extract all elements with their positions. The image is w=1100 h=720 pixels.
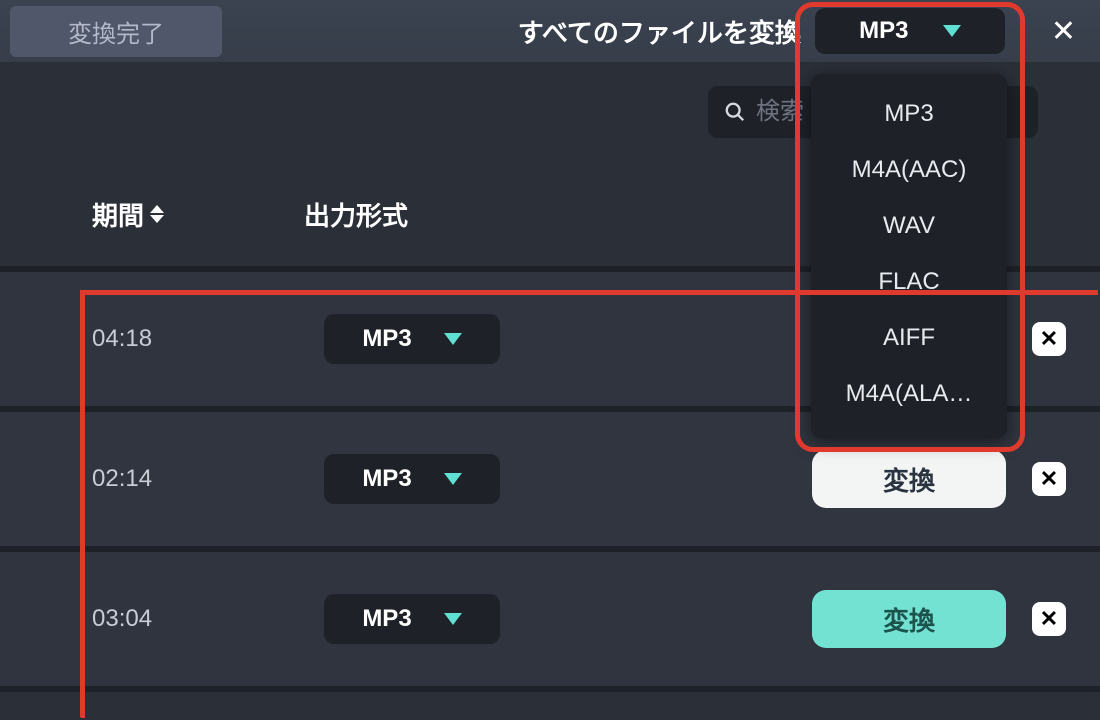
search-icon [724,101,746,123]
convert-all-label: すべてのファイルを変換 [518,13,801,50]
chevron-down-icon [943,25,961,37]
format-option[interactable]: WAV [811,198,1007,254]
row-format-value: MP3 [362,465,411,493]
column-output-format-label: 出力形式 [304,196,408,233]
row-format-select[interactable]: MP3 [324,594,500,644]
format-cell: MP3 [324,314,664,364]
format-cell: MP3 [324,454,664,504]
duration-value: 03:04 [92,605,324,633]
chevron-down-icon [444,473,462,485]
format-cell: MP3 [324,594,664,644]
format-option[interactable]: M4A(ALA… [811,366,1007,422]
delete-row-button[interactable]: ✕ [1032,462,1066,496]
table-row: 03:04 MP3 変換 ✕ [0,552,1100,692]
format-dropdown[interactable]: MP3 M4A(AAC) WAV FLAC AIFF M4A(ALA… [811,74,1007,438]
tab-conversion-complete[interactable]: 変換完了 [10,6,222,57]
sort-icon [150,205,164,223]
duration-value: 04:18 [92,325,324,353]
column-output-format: 出力形式 [304,196,408,233]
convert-button[interactable]: 変換 [812,450,1006,508]
row-format-select[interactable]: MP3 [324,314,500,364]
row-format-value: MP3 [362,325,411,353]
row-format-value: MP3 [362,605,411,633]
format-option[interactable]: AIFF [811,310,1007,366]
global-format-select[interactable]: MP3 [815,8,1005,54]
chevron-down-icon [444,333,462,345]
column-duration-label: 期間 [92,196,144,233]
global-format-value: MP3 [859,17,908,45]
duration-value: 02:14 [92,465,324,493]
close-icon[interactable]: ✕ [1051,14,1076,49]
convert-button[interactable]: 変換 [812,590,1006,648]
format-option[interactable]: MP3 [811,86,1007,142]
column-duration[interactable]: 期間 [92,196,164,233]
delete-row-button[interactable]: ✕ [1032,322,1066,356]
format-option[interactable]: M4A(AAC) [811,142,1007,198]
row-format-select[interactable]: MP3 [324,454,500,504]
format-option[interactable]: FLAC [811,254,1007,310]
delete-row-button[interactable]: ✕ [1032,602,1066,636]
header-bar: 変換完了 すべてのファイルを変換 MP3 ✕ [0,0,1100,62]
chevron-down-icon [444,613,462,625]
